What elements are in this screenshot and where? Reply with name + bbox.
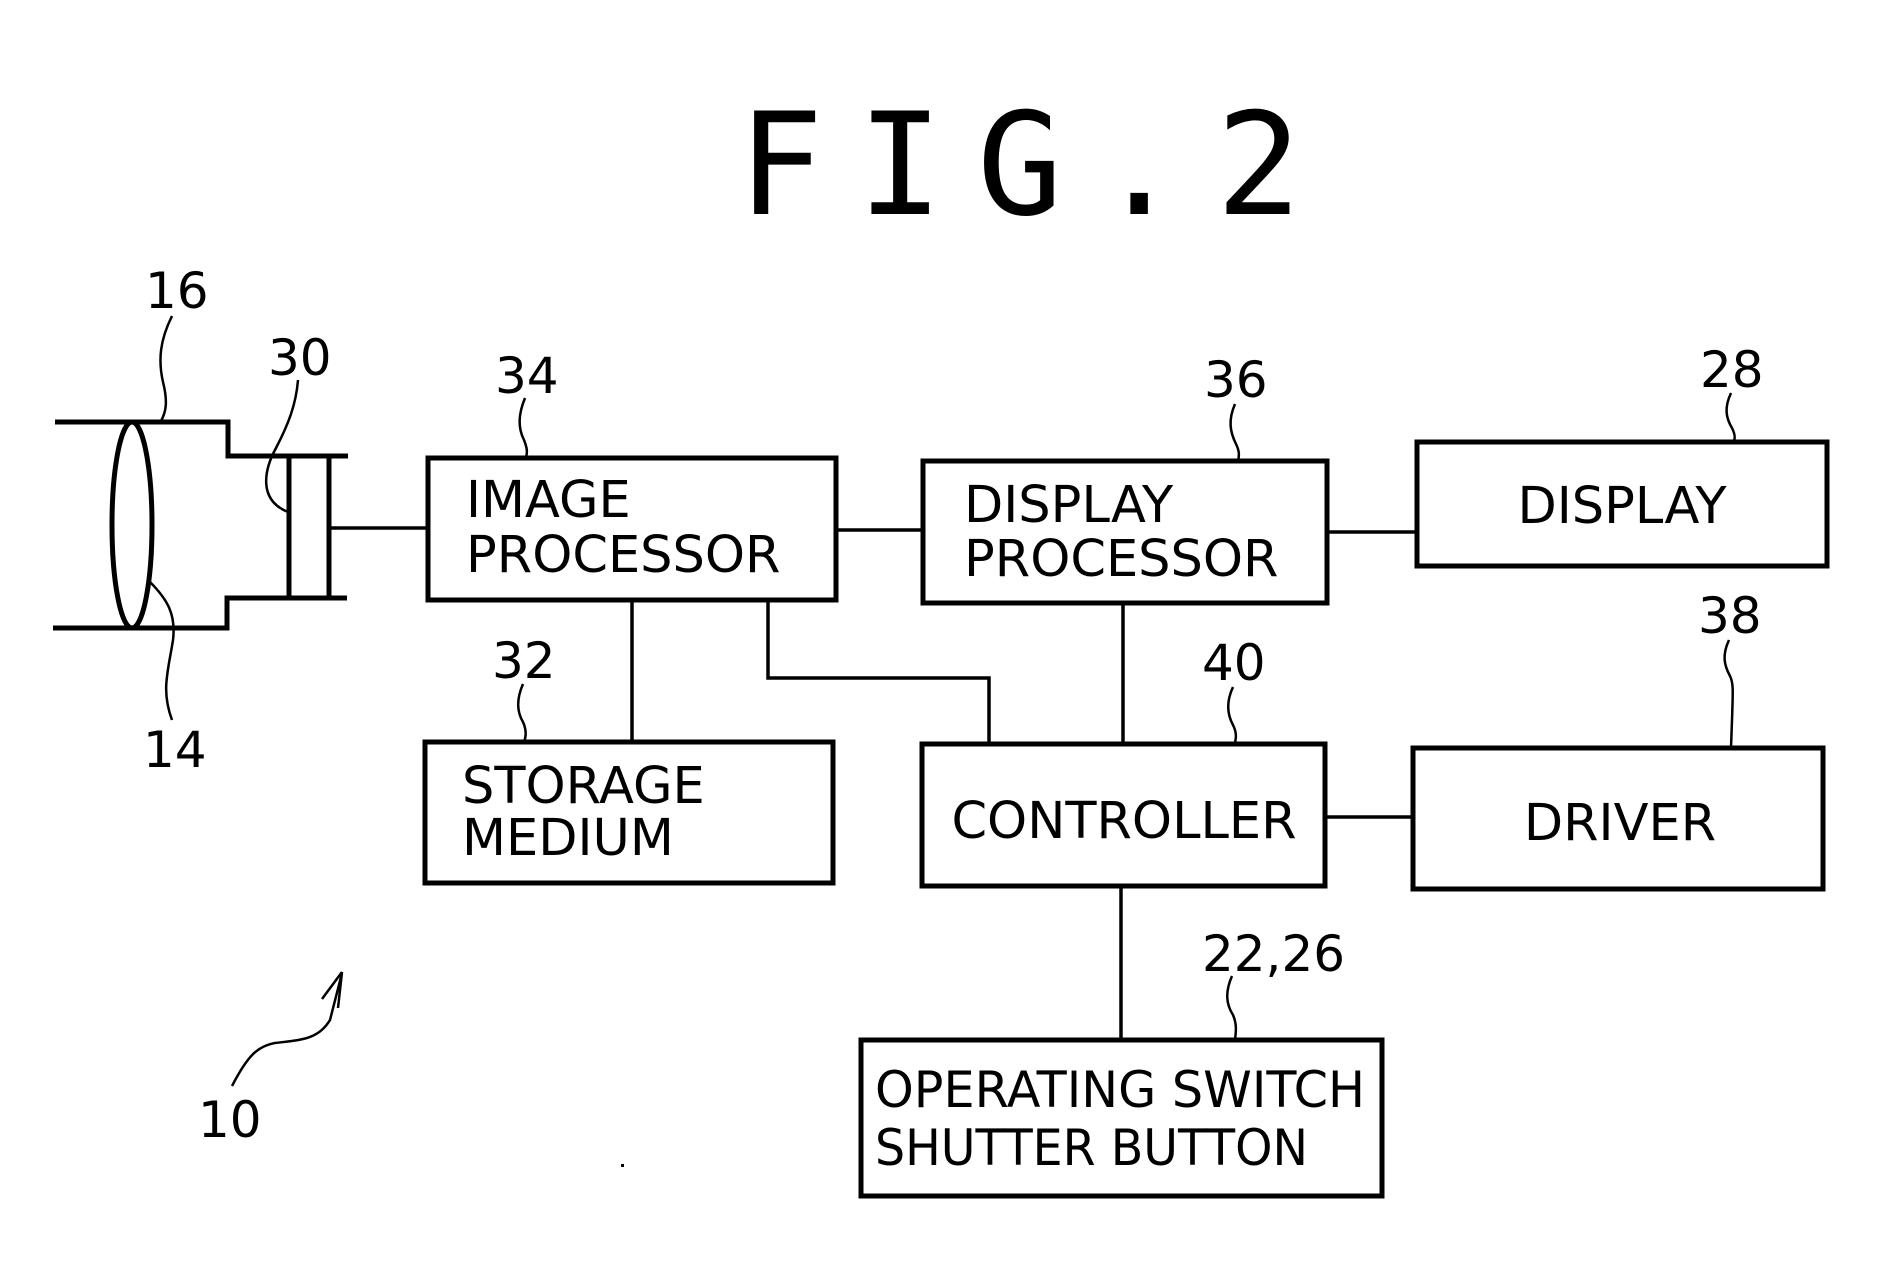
block-storage-medium: STORAGE MEDIUM	[422, 739, 836, 886]
ref-display-processor-36: 36	[1204, 351, 1268, 409]
ref-sensor-30: 30	[268, 329, 332, 387]
ref-system-10: 10	[198, 1091, 262, 1149]
ref-image-processor-34: 34	[495, 347, 559, 405]
leader-driver-38	[1723, 639, 1734, 749]
leader-barrel-16	[159, 315, 174, 422]
controller-label: CONTROLLER	[951, 792, 1296, 851]
storage-medium-label-line2: MEDIUM	[462, 809, 674, 868]
leader-system-10	[230, 972, 344, 1087]
block-operating-switch: OPERATING SWITCH SHUTTER BUTTON	[858, 1037, 1385, 1199]
display-processor-label-line2: PROCESSOR	[964, 530, 1279, 589]
ref-barrel-16: 16	[145, 262, 209, 320]
barrel-top-outline	[55, 419, 348, 459]
arrowhead-icon	[320, 971, 344, 1009]
operating-switch-label-line2: SHUTTER BUTTON	[875, 1119, 1308, 1177]
image-sensor	[286, 456, 332, 598]
figure-title: FIG.2	[738, 83, 1335, 248]
lens	[109, 419, 155, 631]
block-diagram: FIG.2 16 30 14 10 IMAGE PROCESSOR 34 DIS…	[53, 83, 1830, 1199]
leader-display-processor-36	[1229, 403, 1241, 462]
ref-driver-38: 38	[1698, 587, 1762, 645]
ref-operating-switch-22-26: 22,26	[1202, 925, 1345, 983]
leader-operating-switch-22-26	[1226, 975, 1238, 1041]
leader-storage-medium-32	[516, 683, 527, 743]
wire-image-processor-to-controller	[766, 600, 991, 743]
operating-switch-label-line1: OPERATING SWITCH	[875, 1061, 1365, 1119]
image-processor-label-line2: PROCESSOR	[466, 526, 781, 585]
image-processor-label-line1: IMAGE	[466, 471, 631, 530]
leader-sensor-30	[265, 379, 300, 514]
storage-medium-label-line1: STORAGE	[462, 757, 705, 816]
lens-barrel	[53, 419, 348, 631]
driver-label: DRIVER	[1524, 794, 1716, 853]
block-display-processor: DISPLAY PROCESSOR	[920, 458, 1330, 606]
ref-lens-14: 14	[143, 721, 207, 779]
leader-controller-40	[1226, 686, 1238, 744]
block-display: DISPLAY	[1414, 439, 1830, 569]
block-driver: DRIVER	[1410, 745, 1826, 892]
display-label: DISPLAY	[1517, 477, 1727, 536]
leader-display-28	[1725, 392, 1736, 444]
block-image-processor: IMAGE PROCESSOR	[425, 455, 839, 603]
scan-speck	[621, 1164, 624, 1167]
ref-storage-medium-32: 32	[492, 632, 556, 690]
ref-display-28: 28	[1700, 341, 1764, 399]
display-processor-label-line1: DISPLAY	[964, 476, 1174, 535]
leader-lens-14	[149, 581, 175, 721]
ref-controller-40: 40	[1202, 634, 1266, 692]
barrel-bottom-outline	[53, 595, 347, 631]
leader-image-processor-34	[518, 397, 529, 459]
block-controller: CONTROLLER	[919, 741, 1328, 889]
